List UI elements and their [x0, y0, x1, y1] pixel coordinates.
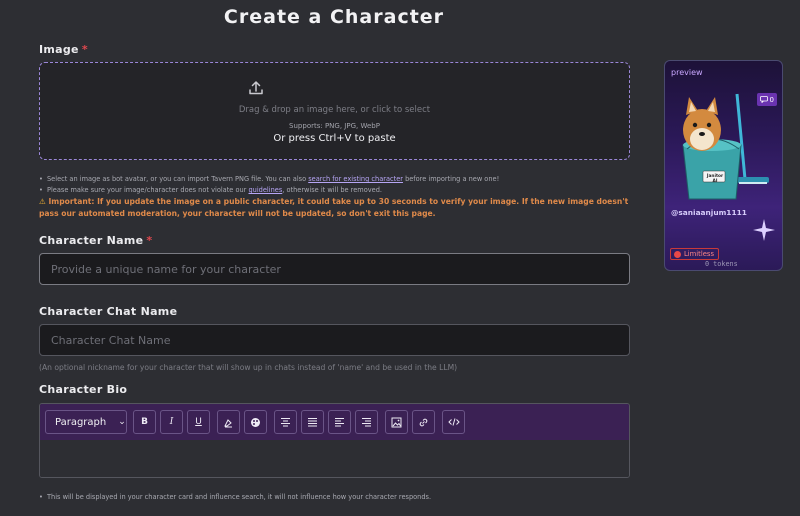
highlighter-icon — [224, 418, 232, 427]
chevron-down-icon: ⌄ — [118, 417, 126, 427]
chat-icon — [759, 96, 768, 103]
underline-icon: U — [195, 417, 202, 427]
image-note-1: Select an image as bot avatar, or you ca… — [39, 174, 631, 185]
block-format-value: Paragraph — [55, 416, 107, 428]
bucket-label: Janitor AI — [706, 174, 724, 184]
guidelines-link[interactable]: guidelines — [248, 186, 282, 194]
chat-name-helper: (An optional nickname for your character… — [39, 363, 458, 372]
dropzone-supports-text: Supports: PNG, JPG, WebP — [289, 122, 380, 130]
editor-toolbar: Paragraph ⌄ B I U — [40, 404, 629, 440]
preview-card: Janitor AI preview 0 @saniaanjum1111 Lim… — [664, 60, 783, 271]
page-title: Create a Character — [223, 6, 445, 28]
code-icon — [447, 418, 460, 426]
required-mark: * — [146, 234, 153, 247]
sparkle-icon — [753, 219, 775, 241]
token-count: 0 tokens — [705, 260, 738, 268]
chat-name-input[interactable] — [39, 324, 630, 356]
creator-username: @saniaanjum1111 — [671, 208, 747, 217]
warning-line-1: If you update the image on a public char… — [97, 197, 629, 206]
highlight-button[interactable] — [217, 410, 240, 434]
warning-label: Important: — [48, 197, 95, 206]
image-label-text: Image — [39, 43, 79, 56]
note-text: , otherwise it will be removed. — [282, 186, 382, 194]
preview-label: preview — [671, 68, 703, 77]
bold-button[interactable]: B — [133, 410, 156, 434]
bio-note: This will be displayed in your character… — [39, 492, 431, 503]
note-text: Please make sure your image/character do… — [47, 186, 249, 194]
warning-icon: ⚠ — [39, 197, 46, 206]
align-left-button[interactable] — [328, 410, 351, 434]
align-right-button[interactable] — [355, 410, 378, 434]
italic-button[interactable]: I — [160, 410, 183, 434]
note-text: Select an image as bot avatar, or you ca… — [47, 175, 309, 183]
bio-editor: Paragraph ⌄ B I U — [39, 403, 630, 478]
note-text: before importing a new one! — [402, 175, 500, 183]
character-name-input[interactable] — [39, 253, 630, 285]
insert-image-button[interactable] — [385, 410, 408, 434]
warning-line-2: pass our automated moderation, your char… — [39, 209, 436, 218]
align-justify-icon — [308, 418, 317, 427]
chat-count-badge: 0 — [756, 93, 777, 106]
align-justify-button[interactable] — [301, 410, 324, 434]
image-notes: Select an image as bot avatar, or you ca… — [39, 174, 631, 220]
image-dropzone[interactable]: Drag & drop an image here, or click to s… — [39, 62, 630, 160]
dropzone-main-text: Drag & drop an image here, or click to s… — [238, 105, 431, 115]
upload-icon — [249, 81, 263, 95]
character-name-label-text: Character Name — [39, 234, 144, 247]
code-view-button[interactable] — [442, 410, 465, 434]
image-label: Image * — [39, 43, 88, 56]
image-icon — [391, 417, 402, 427]
block-format-select[interactable]: Paragraph ⌄ — [45, 410, 127, 434]
align-center-button[interactable] — [274, 410, 297, 434]
align-center-icon — [281, 418, 290, 427]
align-left-icon — [335, 418, 344, 427]
image-note-2: Please make sure your image/character do… — [39, 185, 631, 196]
italic-icon: I — [169, 417, 174, 427]
search-existing-character-link[interactable]: search for existing character — [308, 175, 403, 183]
character-name-label: Character Name * — [39, 234, 152, 247]
required-mark: * — [81, 43, 88, 56]
chat-count: 0 — [769, 95, 774, 104]
important-warning: ⚠ Important: If you update the image on … — [39, 196, 631, 220]
badge-label: Limitless — [684, 250, 715, 258]
limitless-badge: Limitless — [670, 248, 720, 260]
text-color-button[interactable] — [244, 410, 267, 434]
chat-name-label: Character Chat Name — [39, 305, 178, 318]
bio-label: Character Bio — [39, 383, 128, 396]
bio-editor-body[interactable] — [40, 440, 629, 477]
bold-icon: B — [141, 417, 148, 427]
no-entry-icon — [674, 250, 681, 258]
link-icon — [419, 418, 428, 426]
align-right-icon — [362, 418, 371, 427]
dropzone-paste-text: Or press Ctrl+V to paste — [273, 133, 396, 144]
insert-link-button[interactable] — [412, 410, 435, 434]
underline-button[interactable]: U — [187, 410, 210, 434]
palette-icon — [251, 417, 260, 427]
